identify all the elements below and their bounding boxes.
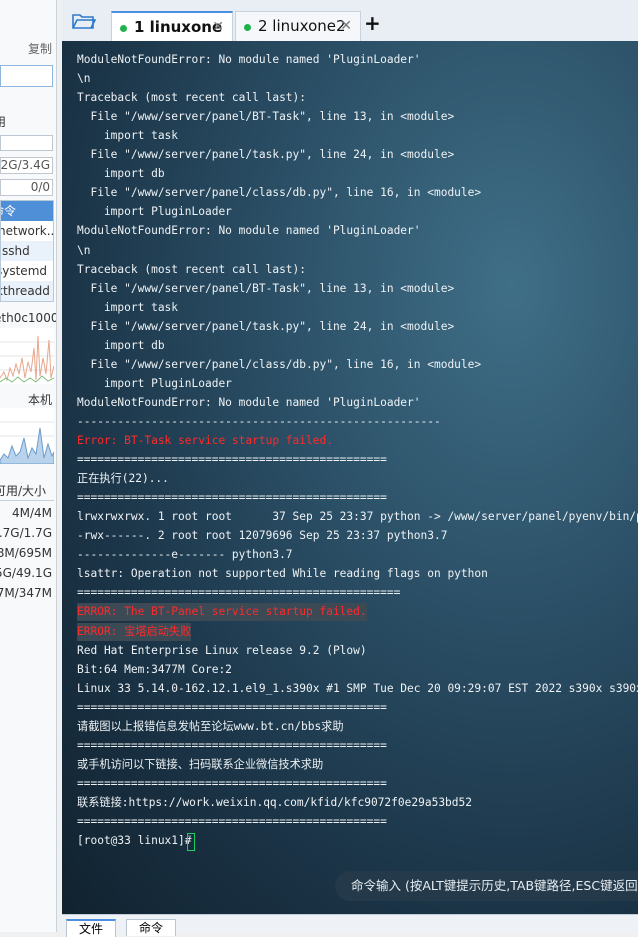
tab-files[interactable]: 文件: [66, 919, 117, 937]
terminal-line: ========================================…: [77, 738, 387, 752]
divider: [0, 500, 54, 501]
tab-commands[interactable]: 命令: [126, 919, 177, 936]
terminal-line: ========================================…: [77, 700, 387, 714]
left-sidebar: 复制 用 1.2G/3.4G 0/0 命令 network... sshd sy…: [0, 0, 57, 932]
terminal-line: lsattr: Operation not supported While re…: [77, 567, 488, 581]
terminal-line: Traceback (most recent call last):: [77, 91, 307, 105]
nic-select-value: eth0c1000: [0, 311, 57, 325]
terminal-line: ========================================…: [77, 491, 387, 505]
terminal-line: File "/www/server/panel/BT-Task", line 1…: [77, 281, 455, 295]
process-item[interactable]: systemd: [1, 261, 53, 281]
terminal-line: 或手机访问以下链接、扫码联系企业微信技术求助: [77, 757, 324, 771]
terminal-line: ModuleNotFoundError: No module named 'Pl…: [77, 395, 421, 409]
terminal-line: import task: [77, 129, 179, 143]
terminal-line: File "/www/server/panel/class/db.py", li…: [77, 357, 482, 371]
disk-row: 1.7G/1.7G: [0, 526, 52, 540]
terminal-line: import db: [77, 338, 165, 352]
bottom-tab-bar: 文件 命令: [62, 914, 638, 937]
section-label: 用: [0, 113, 6, 130]
close-icon[interactable]: ✕: [212, 13, 224, 41]
terminal-line: 正在执行(22)...: [77, 472, 169, 486]
latency-chart: [0, 408, 54, 464]
terminal-line: ========================================…: [77, 586, 401, 600]
connected-dot-icon: [120, 25, 127, 32]
swap-value: 0/0: [30, 180, 50, 194]
terminal-line: File "/www/server/panel/class/db.py", li…: [77, 186, 482, 200]
terminal-line: ----------------------------------------…: [77, 414, 441, 428]
network-chart-svg: [0, 335, 54, 383]
terminal-line: import PluginLoader: [77, 376, 232, 390]
terminal-line: 请截图以上报错信息发帖至论坛www.bt.cn/bbs求助: [77, 719, 344, 733]
terminal-line: Traceback (most recent call last):: [77, 262, 307, 276]
terminal-line: import PluginLoader: [77, 205, 232, 219]
latency-chart-svg: [0, 421, 54, 464]
folder-icon[interactable]: [72, 12, 96, 30]
terminal-line: File "/www/server/panel/task.py", line 2…: [77, 148, 455, 162]
terminal-line: ModuleNotFoundError: No module named 'Pl…: [77, 224, 421, 238]
process-list-header[interactable]: 命令: [1, 201, 53, 221]
add-tab-icon[interactable]: +: [364, 11, 381, 35]
terminal-line: 联系链接:https://work.weixin.qq.com/kfid/kfc…: [77, 795, 472, 809]
terminal-line: \n: [77, 243, 91, 257]
copy-button[interactable]: 复制: [28, 40, 52, 57]
connected-dot-icon: [244, 24, 251, 31]
shell-prompt: [root@33 linux1]#: [77, 834, 199, 848]
terminal-line: import task: [77, 300, 179, 314]
terminal-line: Error: BT-Task service startup failed.: [77, 434, 333, 447]
terminal-line: File "/www/server/panel/BT-Task", line 1…: [77, 110, 455, 124]
network-chart: [0, 328, 54, 384]
terminal-line: Red Hat Enterprise Linux release 9.2 (Pl…: [77, 643, 367, 657]
local-label: 本机: [27, 393, 52, 407]
process-list: 命令 network... sshd systemd kthreadd: [0, 200, 54, 302]
command-input-placeholder: 命令输入 (按ALT键提示历史,TAB键路径,ESC键返回: [351, 878, 638, 893]
process-item[interactable]: sshd: [1, 241, 53, 261]
process-item[interactable]: network...: [1, 221, 53, 241]
disk-row: 648M/695M: [0, 546, 52, 560]
tab-linuxone[interactable]: 1 linuxone ✕: [111, 11, 233, 41]
terminal-line: ========================================…: [77, 815, 387, 828]
session-tab-bar: 1 linuxone ✕ 2 linuxone2 ✕ +: [62, 0, 638, 42]
close-icon[interactable]: ✕: [340, 12, 352, 40]
mem-value: 1.2G/3.4G: [0, 158, 50, 172]
terminal-line: lrwxrwxrwx. 1 root root 37 Sep 25 23:37 …: [77, 510, 638, 524]
cpu-bar: [0, 135, 53, 151]
tab-label: 2 linuxone2: [258, 17, 346, 35]
disk-row: 35G/49.1G: [0, 566, 52, 580]
command-input-bar[interactable]: 命令输入 (按ALT键提示历史,TAB键路径,ESC键返回: [335, 871, 638, 901]
nic-select[interactable]: eth0c1000 ▼: [0, 311, 57, 325]
terminal-line: File "/www/server/panel/task.py", line 2…: [77, 319, 455, 333]
disk-header: 可用/大小: [0, 484, 47, 498]
disk-row: 4M/4M: [11, 506, 52, 520]
disk-row: 67M/347M: [0, 586, 52, 600]
terminal-line: import db: [77, 167, 165, 181]
tab-label: 1 linuxone: [134, 18, 223, 36]
terminal-line: ========================================…: [77, 776, 387, 790]
mem-bar: 1.2G/3.4G: [0, 157, 53, 174]
process-item[interactable]: kthreadd: [1, 281, 53, 301]
tab-linuxone2[interactable]: 2 linuxone2 ✕: [235, 11, 361, 41]
terminal-line: ========================================…: [77, 453, 387, 467]
swap-bar: 0/0: [0, 179, 53, 196]
terminal-line: -rwx------. 2 root root 12079696 Sep 25 …: [77, 529, 448, 543]
terminal-line: --------------e------- python3.7: [77, 548, 293, 562]
cursor: [187, 833, 195, 852]
terminal[interactable]: 命令输入 (按ALT键提示历史,TAB键路径,ESC键返回 ModuleNotF…: [62, 41, 638, 914]
terminal-line: \n: [77, 72, 91, 86]
search-input[interactable]: [0, 65, 53, 87]
terminal-line: ModuleNotFoundError: No module named 'Pl…: [77, 53, 421, 66]
terminal-line: ERROR: The BT-Panel service startup fail…: [77, 603, 367, 622]
terminal-line: Bit:64 Mem:3477M Core:2: [77, 662, 232, 676]
terminal-line: ERROR: 宝塔启动失败: [77, 622, 192, 641]
terminal-line: Linux 33 5.14.0-162.12.1.el9_1.s390x #1 …: [77, 681, 638, 695]
